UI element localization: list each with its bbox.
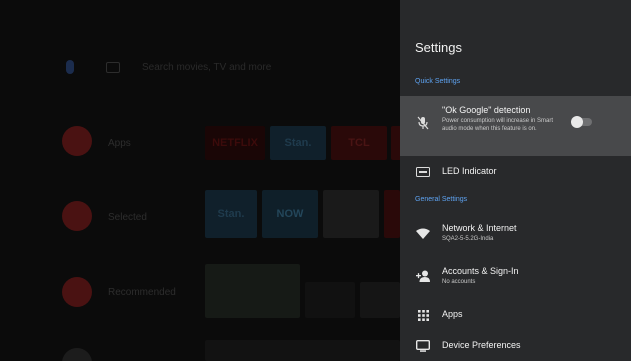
apps-text: Apps	[442, 309, 463, 319]
apps-row-label: Apps	[108, 138, 131, 149]
accounts-signin-label: Accounts & Sign-In	[442, 266, 519, 276]
led-indicator-label: LED Indicator	[442, 166, 497, 176]
keyboard-icon	[106, 61, 120, 73]
ok-google-detection-item[interactable]: "Ok Google" detection Power consumption …	[400, 96, 631, 156]
settings-title: Settings	[415, 40, 462, 55]
bottom-row-icon	[62, 348, 92, 361]
apps-grid-icon	[416, 308, 430, 322]
recommended-tile-1	[205, 264, 300, 318]
search-row: Search movies, TV and more	[66, 56, 271, 78]
now-tile: NOW	[262, 190, 318, 238]
quick-settings-header: Quick Settings	[415, 78, 461, 85]
ok-google-text: "Ok Google" detection Power consumption …	[442, 105, 568, 133]
accounts-status: No accounts	[442, 279, 476, 285]
tcl-tile: TCL	[331, 126, 387, 160]
network-internet-item[interactable]: Network & Internet SQA2-5-5.2G-India	[400, 218, 631, 252]
apps-item[interactable]: Apps	[400, 304, 631, 326]
network-ssid: SQA2-5-5.2G-India	[442, 236, 494, 242]
selected-row-icon	[62, 201, 92, 231]
stan-tile-2: Stan.	[205, 190, 257, 238]
home-screen-background: Search movies, TV and more Apps Selected…	[0, 0, 400, 361]
network-internet-label: Network & Internet	[442, 223, 517, 233]
partial-tile	[391, 126, 400, 160]
wifi-icon	[416, 226, 430, 240]
apps-row-icon	[62, 126, 92, 156]
apps-label: Apps	[442, 309, 463, 319]
recommended-tile-2	[305, 282, 355, 318]
accounts-text: Accounts & Sign-In No accounts	[442, 266, 519, 286]
stan-tile: Stan.	[270, 126, 326, 160]
accounts-signin-item[interactable]: Accounts & Sign-In No accounts	[400, 261, 631, 295]
led-text: LED Indicator	[442, 166, 497, 176]
device-preferences-label: Device Preferences	[442, 340, 521, 350]
bottom-row-tiles	[205, 340, 400, 361]
tv-monitor-icon	[416, 339, 430, 353]
ok-google-label: "Ok Google" detection	[442, 105, 531, 115]
recommended-row-icon	[62, 277, 92, 307]
ok-google-toggle[interactable]	[571, 116, 592, 128]
settings-panel: Settings Quick Settings "Ok Google" dete…	[400, 0, 631, 361]
add-person-icon	[416, 269, 430, 283]
mic-off-icon	[416, 116, 430, 130]
device-text: Device Preferences	[442, 340, 521, 350]
partial-tile-2	[384, 190, 400, 238]
network-text: Network & Internet SQA2-5-5.2G-India	[442, 223, 517, 243]
recommended-row-label: Recommended	[108, 287, 176, 298]
general-settings-header: General Settings	[415, 196, 468, 203]
selected-row-label: Selected	[108, 212, 147, 223]
toggle-knob	[571, 116, 583, 128]
device-preferences-item[interactable]: Device Preferences	[400, 335, 631, 357]
microphone-icon	[66, 60, 74, 74]
search-placeholder: Search movies, TV and more	[142, 61, 272, 73]
netflix-tile: NETFLIX	[205, 126, 265, 160]
recommended-tile-3	[360, 282, 400, 318]
show-tile	[323, 190, 379, 238]
led-indicator-item[interactable]: LED Indicator	[400, 160, 631, 184]
ok-google-description: Power consumption will increase in Smart…	[442, 118, 554, 132]
led-icon	[416, 165, 430, 179]
